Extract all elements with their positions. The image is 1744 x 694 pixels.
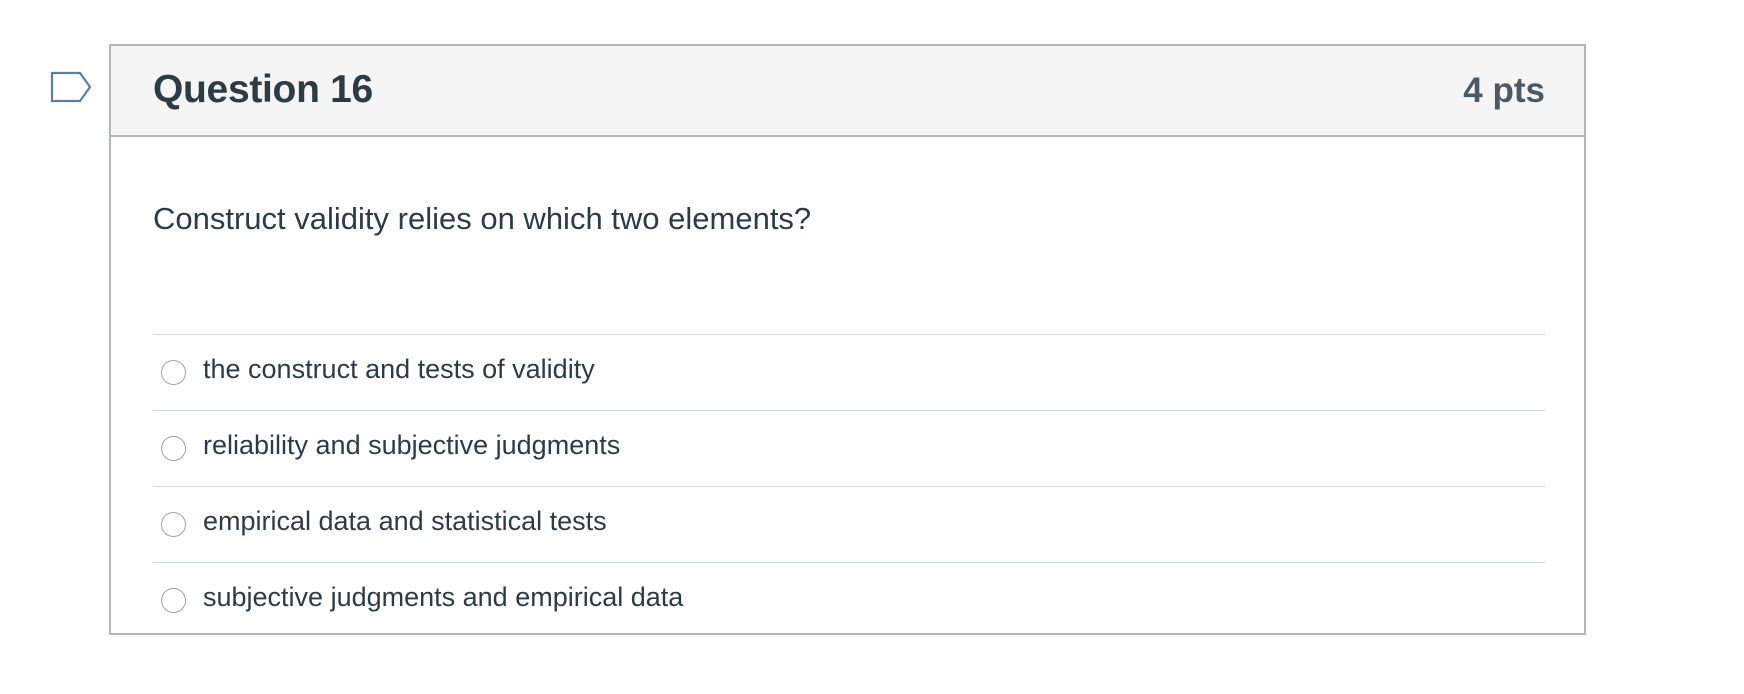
answer-option[interactable]: subjective judgments and empirical data xyxy=(153,562,1545,638)
question-header: Question 16 4 pts xyxy=(111,46,1584,137)
radio-button[interactable] xyxy=(161,588,186,613)
question-card: Question 16 4 pts Construct validity rel… xyxy=(109,44,1586,635)
answer-label[interactable]: the construct and tests of validity xyxy=(203,354,595,385)
answer-label[interactable]: subjective judgments and empirical data xyxy=(203,582,683,613)
flag-question-icon[interactable] xyxy=(50,71,94,107)
radio-button[interactable] xyxy=(161,512,186,537)
question-text: Construct validity relies on which two e… xyxy=(153,201,812,236)
answer-option[interactable]: reliability and subjective judgments xyxy=(153,410,1545,486)
question-title: Question 16 xyxy=(153,68,373,111)
answer-label[interactable]: reliability and subjective judgments xyxy=(203,430,620,461)
radio-button[interactable] xyxy=(161,436,186,461)
question-points: 4 pts xyxy=(1463,71,1545,110)
radio-button[interactable] xyxy=(161,360,186,385)
answer-option[interactable]: empirical data and statistical tests xyxy=(153,486,1545,562)
answer-list: the construct and tests of validity reli… xyxy=(153,334,1545,638)
answer-option[interactable]: the construct and tests of validity xyxy=(153,334,1545,410)
answer-label[interactable]: empirical data and statistical tests xyxy=(203,506,607,537)
